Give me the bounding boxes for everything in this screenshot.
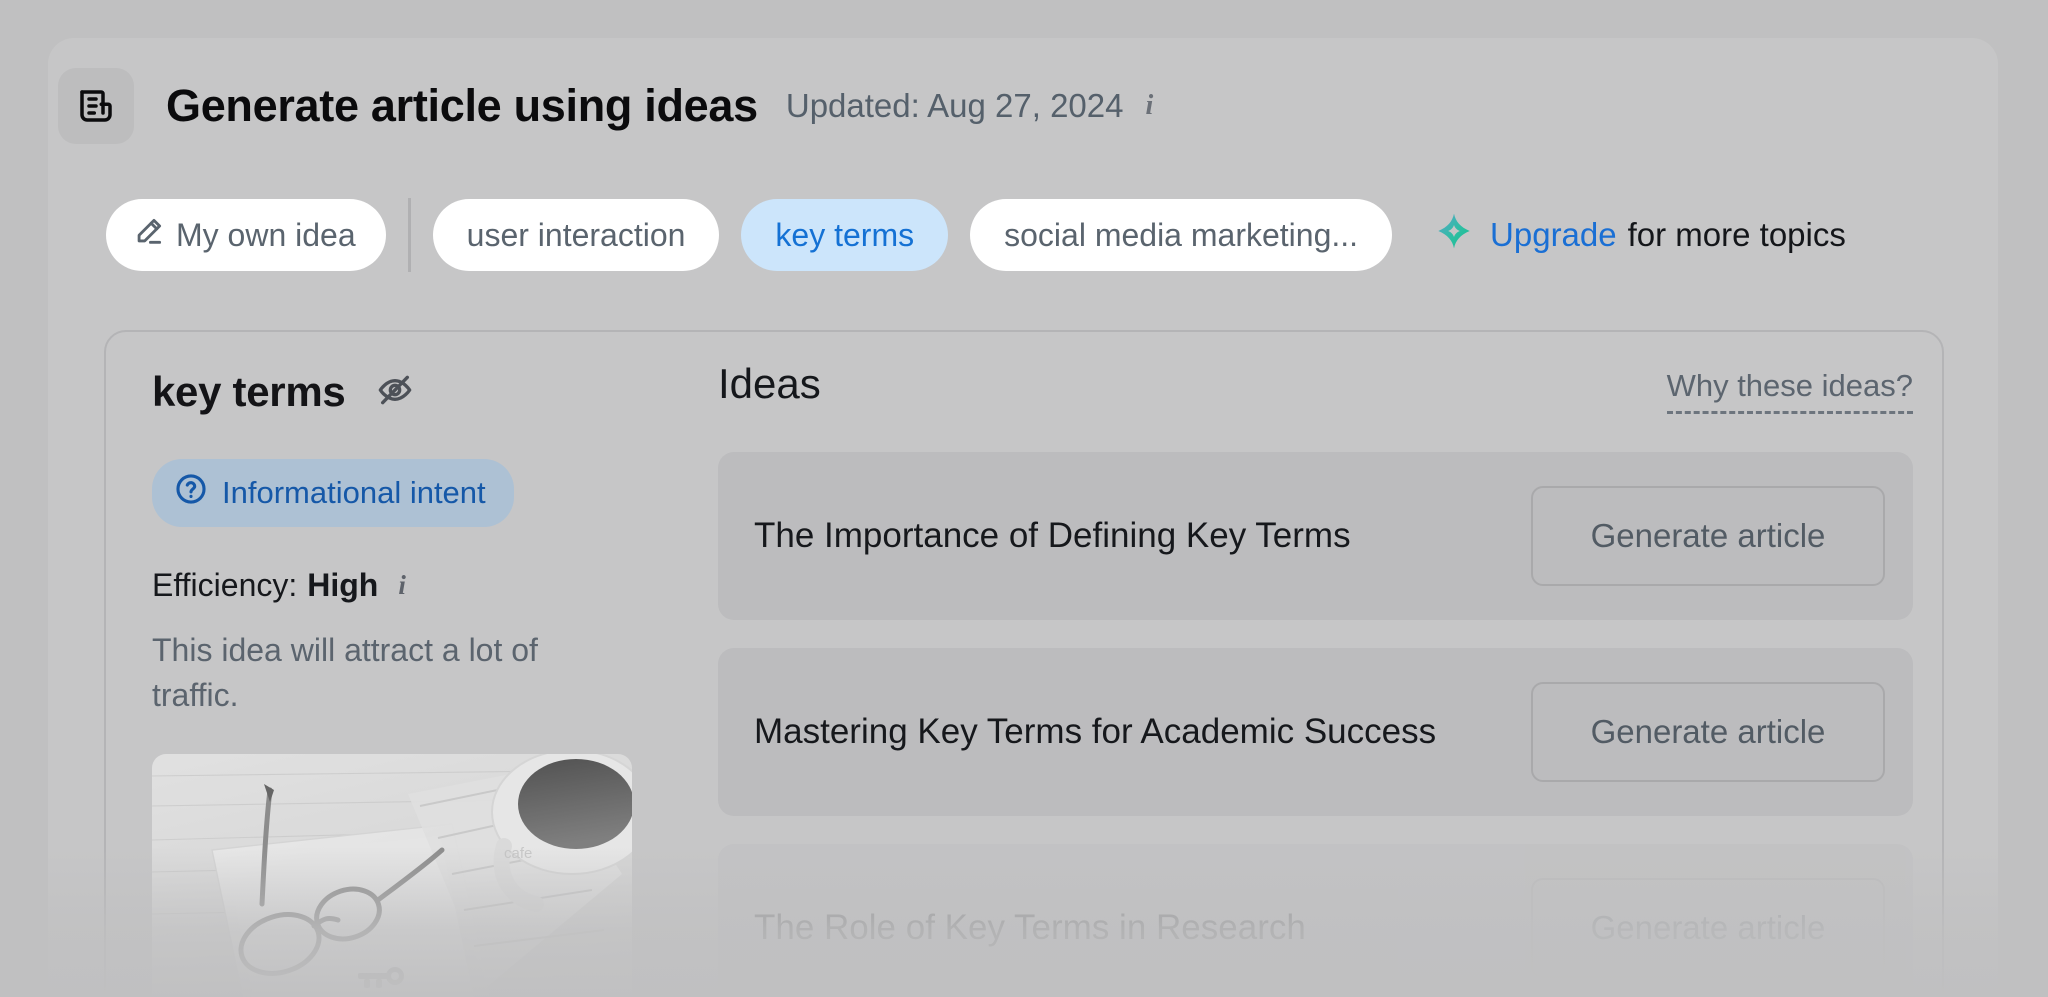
chip-key-terms[interactable]: key terms: [741, 199, 948, 271]
card-header: Generate article using ideas Updated: Au…: [58, 68, 1153, 144]
upgrade-suffix-label: for more topics: [1628, 216, 1846, 254]
upgrade-link[interactable]: Upgrade: [1490, 216, 1617, 254]
updated-timestamp: Updated: Aug 27, 2024: [786, 87, 1124, 125]
svg-text:cafe: cafe: [504, 845, 532, 862]
why-these-ideas-link[interactable]: Why these ideas?: [1667, 368, 1913, 414]
idea-row[interactable]: The Role of Key Terms in Research Genera…: [718, 844, 1913, 997]
status-badge-informational-intent: Informational intent: [152, 459, 514, 527]
idea-title: Mastering Key Terms for Academic Success: [754, 709, 1436, 755]
efficiency-value: High: [307, 567, 378, 604]
generate-article-button[interactable]: Generate article: [1531, 878, 1885, 978]
efficiency-description: This idea will attract a lot of traffic.: [152, 628, 612, 719]
efficiency-line: Efficiency: High i: [152, 567, 692, 604]
eye-off-icon[interactable]: [375, 370, 415, 415]
chip-user-interaction-label: user interaction: [467, 217, 686, 254]
pencil-edit-icon: [132, 214, 166, 256]
chip-my-own-idea-label: My own idea: [176, 217, 356, 254]
ideas-title: Ideas: [718, 360, 821, 408]
ideas-header: Ideas Why these ideas?: [718, 360, 1913, 414]
intent-badge-label: Informational intent: [222, 475, 486, 511]
generate-article-button[interactable]: Generate article: [1531, 682, 1885, 782]
chip-social-media-marketing-label: social media marketing...: [1004, 217, 1358, 254]
keyword-title: key terms: [152, 368, 345, 416]
header-info-icon[interactable]: i: [1145, 90, 1153, 122]
page-title: Generate article using ideas: [166, 80, 758, 132]
sparkle-star-icon: [1434, 211, 1474, 259]
idea-row[interactable]: Mastering Key Terms for Academic Success…: [718, 648, 1913, 816]
upgrade-prompt: Upgrade for more topics: [1434, 211, 1846, 259]
idea-title: The Role of Key Terms in Research: [754, 905, 1306, 951]
chip-key-terms-label: key terms: [775, 217, 914, 254]
efficiency-info-icon[interactable]: i: [398, 570, 406, 601]
keyword-header: key terms: [152, 368, 692, 416]
chips-divider: [408, 198, 411, 272]
ideas-column: Ideas Why these ideas? The Importance of…: [718, 360, 1913, 997]
chip-social-media-marketing[interactable]: social media marketing...: [970, 199, 1392, 271]
efficiency-label: Efficiency:: [152, 567, 297, 604]
chip-user-interaction[interactable]: user interaction: [433, 199, 720, 271]
idea-row[interactable]: The Importance of Defining Key Terms Gen…: [718, 452, 1913, 620]
app-root: Generate article using ideas Updated: Au…: [0, 0, 2048, 997]
question-circle-icon: [174, 472, 208, 514]
keyword-thumbnail-image: cafe: [152, 754, 632, 997]
article-document-icon: [58, 68, 134, 144]
keyword-detail-column: key terms Informational intent Effic: [152, 368, 692, 719]
chip-my-own-idea[interactable]: My own idea: [106, 199, 386, 271]
topic-chips-row: My own idea user interaction key terms s…: [106, 198, 1846, 272]
idea-title: The Importance of Defining Key Terms: [754, 513, 1351, 559]
generate-article-button[interactable]: Generate article: [1531, 486, 1885, 586]
